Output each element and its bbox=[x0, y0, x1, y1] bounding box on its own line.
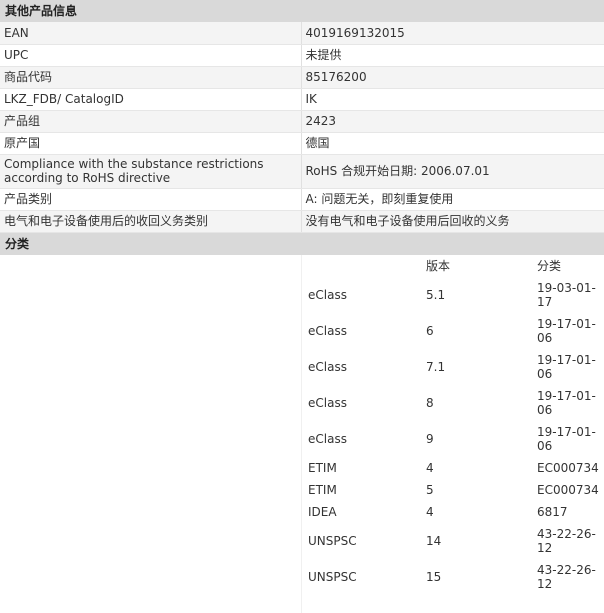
system-cell: ETIM bbox=[308, 460, 337, 475]
info-label: Compliance with the substance restrictio… bbox=[0, 154, 302, 189]
version-cell: 4 bbox=[426, 504, 434, 519]
table-row: eClass 9 19-17-01-06 bbox=[304, 421, 604, 457]
classification-header: 分类 bbox=[0, 232, 604, 255]
other-info-table: EAN 4019169132015 UPC 未提供 商品代码 85176200 … bbox=[0, 22, 604, 233]
table-row: eClass 7.1 19-17-01-06 bbox=[304, 349, 604, 385]
version-cell: 5.1 bbox=[426, 287, 446, 302]
info-value: RoHS 合规开始日期: 2006.07.01 bbox=[301, 154, 604, 189]
table-row: eClass 6 19-17-01-06 bbox=[304, 313, 604, 349]
version-cell: 7.1 bbox=[426, 359, 446, 374]
info-label: 原产国 bbox=[0, 132, 302, 155]
info-label: 电气和电子设备使用后的收回义务类别 bbox=[0, 210, 302, 233]
code-cell: 43-22-26-12 bbox=[537, 526, 596, 555]
version-cell: 5 bbox=[426, 482, 434, 497]
info-row-catalog-id: LKZ_FDB/ CatalogID IK bbox=[0, 88, 604, 111]
info-value: 未提供 bbox=[301, 44, 604, 67]
code-cell: 19-17-01-06 bbox=[537, 388, 596, 417]
table-row: IDEA 4 6817 bbox=[304, 501, 604, 523]
info-row-upc: UPC 未提供 bbox=[0, 44, 604, 67]
system-cell: eClass bbox=[308, 359, 347, 374]
info-label: UPC bbox=[0, 44, 302, 67]
code-cell: 6817 bbox=[537, 504, 568, 519]
version-cell: 4 bbox=[426, 460, 434, 475]
info-row-country-of-origin: 原产国 德国 bbox=[0, 132, 604, 155]
info-row-rohs: Compliance with the substance restrictio… bbox=[0, 154, 604, 189]
class-column-header: 分类 bbox=[537, 258, 562, 273]
other-info-header: 其他产品信息 bbox=[0, 0, 604, 22]
product-info-page: 其他产品信息 EAN 4019169132015 UPC 未提供 商品代码 85… bbox=[0, 0, 604, 613]
info-row-product-group: 产品组 2423 bbox=[0, 110, 604, 133]
version-cell: 9 bbox=[426, 431, 434, 446]
code-cell: EC000734 bbox=[537, 460, 599, 475]
code-cell: EC000734 bbox=[537, 482, 599, 497]
info-value: IK bbox=[301, 88, 604, 111]
table-row: ETIM 4 EC000734 bbox=[304, 457, 604, 479]
info-value: 没有电气和电子设备使用后回收的义务 bbox=[301, 210, 604, 233]
system-cell: ETIM bbox=[308, 482, 337, 497]
info-row-weee-category: 电气和电子设备使用后的收回义务类别 没有电气和电子设备使用后回收的义务 bbox=[0, 210, 604, 233]
info-value: 德国 bbox=[301, 132, 604, 155]
table-row: eClass 5.1 19-03-01-17 bbox=[304, 277, 604, 313]
table-row: UNSPSC 15 43-22-26-12 bbox=[304, 559, 604, 595]
system-cell: eClass bbox=[308, 431, 347, 446]
info-value: A: 问题无关，即刻重复使用 bbox=[301, 188, 604, 211]
code-cell: 19-17-01-06 bbox=[537, 352, 596, 381]
classification-table: 版本 分类 eClass 5.1 19-03-01-17 eClass 6 19… bbox=[304, 255, 604, 595]
code-cell: 43-22-26-12 bbox=[537, 562, 596, 591]
info-value: 85176200 bbox=[301, 66, 604, 89]
system-cell: IDEA bbox=[308, 504, 337, 519]
info-label: 产品组 bbox=[0, 110, 302, 133]
info-label: LKZ_FDB/ CatalogID bbox=[0, 88, 302, 111]
table-row: eClass 8 19-17-01-06 bbox=[304, 385, 604, 421]
table-row: ETIM 5 EC000734 bbox=[304, 479, 604, 501]
system-cell: eClass bbox=[308, 323, 347, 338]
classification-section: 版本 分类 eClass 5.1 19-03-01-17 eClass 6 19… bbox=[0, 254, 604, 613]
info-label: 商品代码 bbox=[0, 66, 302, 89]
code-cell: 19-17-01-06 bbox=[537, 424, 596, 453]
info-row-ean: EAN 4019169132015 bbox=[0, 22, 604, 45]
system-cell: eClass bbox=[308, 395, 347, 410]
classification-header-row: 版本 分类 bbox=[304, 255, 604, 277]
info-label: 产品类别 bbox=[0, 188, 302, 211]
system-cell: UNSPSC bbox=[308, 569, 357, 584]
version-cell: 15 bbox=[426, 569, 442, 584]
column-divider bbox=[301, 254, 302, 613]
info-value: 2423 bbox=[301, 110, 604, 133]
info-row-product-category: 产品类别 A: 问题无关，即刻重复使用 bbox=[0, 188, 604, 211]
code-cell: 19-17-01-06 bbox=[537, 316, 596, 345]
info-value: 4019169132015 bbox=[301, 22, 604, 45]
info-row-commodity-code: 商品代码 85176200 bbox=[0, 66, 604, 89]
version-cell: 6 bbox=[426, 323, 434, 338]
info-label: EAN bbox=[0, 22, 302, 45]
code-cell: 19-03-01-17 bbox=[537, 280, 596, 309]
system-cell: UNSPSC bbox=[308, 533, 357, 548]
version-cell: 14 bbox=[426, 533, 442, 548]
system-column-header bbox=[304, 255, 422, 277]
version-column-header: 版本 bbox=[426, 258, 451, 273]
table-row: UNSPSC 14 43-22-26-12 bbox=[304, 523, 604, 559]
system-cell: eClass bbox=[308, 287, 347, 302]
version-cell: 8 bbox=[426, 395, 434, 410]
